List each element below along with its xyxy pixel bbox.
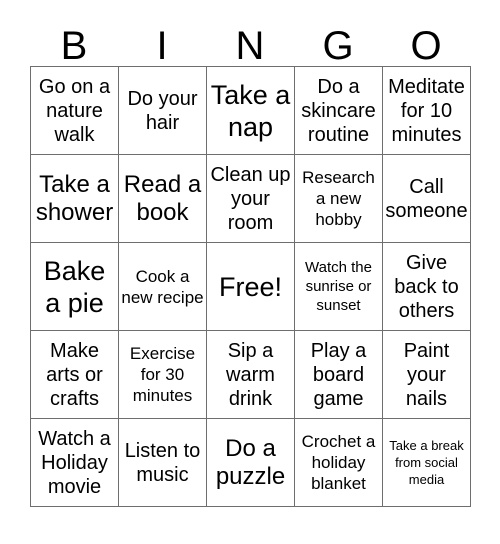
bingo-cell-label: Watch a Holiday movie bbox=[38, 427, 111, 498]
bingo-cell-label: Meditate for 10 minutes bbox=[388, 75, 465, 146]
bingo-free-space-label: Free! bbox=[218, 271, 283, 302]
bingo-cell[interactable]: Watch the sunrise or sunset bbox=[294, 242, 383, 331]
bingo-cell[interactable]: Give back to others bbox=[382, 242, 471, 331]
bingo-cell-free[interactable]: Free! bbox=[206, 242, 295, 331]
bingo-cell-label: Do a puzzle bbox=[215, 434, 286, 490]
bingo-cell-label: Read a book bbox=[123, 170, 202, 226]
bingo-cell[interactable]: Go on a nature walk bbox=[30, 66, 119, 155]
bingo-cell-label: Do your hair bbox=[127, 87, 198, 134]
bingo-cell-label: Cook a new recipe bbox=[121, 266, 204, 307]
bingo-cell[interactable]: Cook a new recipe bbox=[118, 242, 207, 331]
bingo-cell-label: Watch the sunrise or sunset bbox=[305, 259, 372, 314]
bingo-cell-label: Give back to others bbox=[394, 251, 459, 322]
bingo-row: Watch a Holiday movie Listen to music Do… bbox=[30, 418, 471, 507]
bingo-cell-label: Paint your nails bbox=[403, 339, 450, 410]
bingo-cell[interactable]: Call someone bbox=[382, 154, 471, 243]
bingo-cell[interactable]: Make arts or crafts bbox=[30, 330, 119, 419]
bingo-cell-label: Exercise for 30 minutes bbox=[129, 344, 196, 405]
bingo-header-letter-b: B bbox=[60, 24, 88, 68]
bingo-header-letter-i: I bbox=[156, 24, 168, 68]
bingo-cell[interactable]: Read a book bbox=[118, 154, 207, 243]
bingo-cell-label: Clean up your room bbox=[210, 163, 291, 234]
bingo-cell[interactable]: Bake a pie bbox=[30, 242, 119, 331]
bingo-cell[interactable]: Take a nap bbox=[206, 66, 295, 155]
bingo-cell[interactable]: Do a puzzle bbox=[206, 418, 295, 507]
bingo-cell-label: Research a new hobby bbox=[302, 168, 375, 229]
bingo-cell-label: Take a break from social media bbox=[389, 438, 464, 487]
bingo-row: Go on a nature walk Do your hair Take a … bbox=[30, 66, 471, 155]
bingo-cell-label: Bake a pie bbox=[43, 255, 106, 318]
bingo-cell[interactable]: Sip a warm drink bbox=[206, 330, 295, 419]
bingo-cell[interactable]: Paint your nails bbox=[382, 330, 471, 419]
bingo-card: B I N G O Go on a nature walk Do your ha… bbox=[30, 18, 471, 514]
bingo-row: Take a shower Read a book Clean up your … bbox=[30, 154, 471, 243]
bingo-cell[interactable]: Crochet a holiday blanket bbox=[294, 418, 383, 507]
bingo-header-letter-n: N bbox=[235, 24, 265, 68]
bingo-header-letter-o: O bbox=[410, 24, 442, 68]
bingo-header: B I N G O bbox=[30, 18, 470, 66]
bingo-cell[interactable]: Take a break from social media bbox=[382, 418, 471, 507]
bingo-cell-label: Call someone bbox=[385, 175, 468, 222]
bingo-cell[interactable]: Research a new hobby bbox=[294, 154, 383, 243]
bingo-cell[interactable]: Listen to music bbox=[118, 418, 207, 507]
bingo-header-letter-g: G bbox=[322, 24, 354, 68]
bingo-cell-label: Take a nap bbox=[210, 79, 291, 142]
bingo-cell-label: Go on a nature walk bbox=[38, 75, 111, 146]
bingo-cell[interactable]: Do a skincare routine bbox=[294, 66, 383, 155]
bingo-cell[interactable]: Meditate for 10 minutes bbox=[382, 66, 471, 155]
bingo-cell-label: Sip a warm drink bbox=[226, 339, 275, 410]
bingo-cell-label: Do a skincare routine bbox=[301, 75, 376, 146]
bingo-cell[interactable]: Do your hair bbox=[118, 66, 207, 155]
bingo-cell-label: Listen to music bbox=[124, 439, 201, 486]
bingo-cell[interactable]: Exercise for 30 minutes bbox=[118, 330, 207, 419]
bingo-cell-label: Crochet a holiday blanket bbox=[301, 432, 376, 493]
bingo-cell[interactable]: Clean up your room bbox=[206, 154, 295, 243]
bingo-row: Bake a pie Cook a new recipe Free! Watch… bbox=[30, 242, 471, 331]
bingo-cell-label: Make arts or crafts bbox=[46, 339, 103, 410]
bingo-cell[interactable]: Take a shower bbox=[30, 154, 119, 243]
bingo-grid: Go on a nature walk Do your hair Take a … bbox=[30, 66, 471, 507]
bingo-cell[interactable]: Play a board game bbox=[294, 330, 383, 419]
bingo-cell[interactable]: Watch a Holiday movie bbox=[30, 418, 119, 507]
bingo-cell-label: Take a shower bbox=[35, 170, 114, 226]
bingo-cell-label: Play a board game bbox=[310, 339, 367, 410]
bingo-row: Make arts or crafts Exercise for 30 minu… bbox=[30, 330, 471, 419]
